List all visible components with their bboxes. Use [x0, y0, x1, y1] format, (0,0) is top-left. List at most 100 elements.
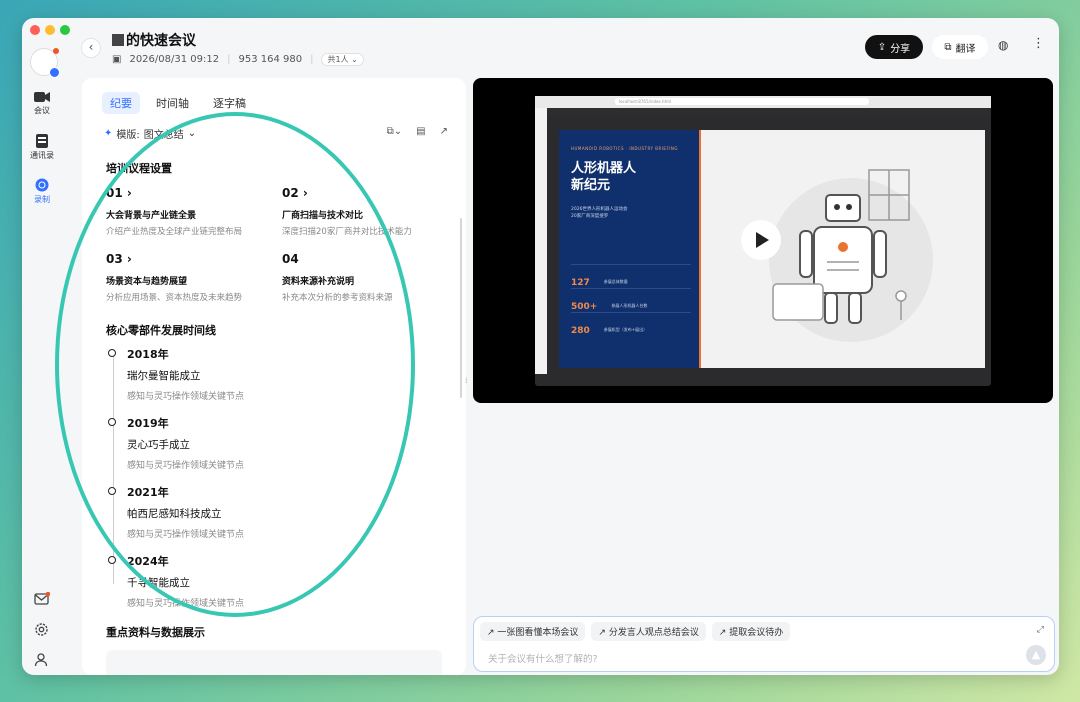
sidebar-item-label: 会议 — [34, 106, 50, 115]
sidebar-item-label: 通讯录 — [30, 151, 54, 160]
divider: | — [227, 54, 231, 65]
meeting-id: 953 164 980 — [238, 54, 303, 65]
agenda-number: 01 › — [106, 186, 132, 200]
agenda-item[interactable]: 04 资料来源补充说明 补充本次分析的参考资料来源 — [282, 252, 452, 303]
agenda-desc: 补充本次分析的参考资料来源 — [282, 293, 393, 303]
play-button[interactable] — [741, 220, 781, 260]
suggestion-chip[interactable]: ↗ 分发言人观点总结会议 — [591, 622, 706, 641]
send-button[interactable]: ▲ — [1026, 645, 1046, 665]
suggestion-chip[interactable]: ↗ 一张图看懂本场会议 — [480, 622, 586, 641]
meeting-meta: ▣ 2026/08/31 09:12 | 953 164 980 | 共1人 ⌄ — [112, 53, 364, 66]
browser-sidebar — [535, 108, 547, 374]
tab-timeline[interactable]: 时间轴 — [148, 92, 197, 114]
timeline-dot — [108, 487, 116, 495]
stat-value: 280 — [571, 326, 590, 336]
timeline-dot — [108, 556, 116, 564]
agenda-desc: 介绍产业热度及全球产业链完整布局 — [106, 227, 243, 237]
meeting-datetime: 2026/08/31 09:12 — [129, 54, 220, 65]
share-icon: ⇪ — [877, 41, 887, 53]
video-player[interactable]: localhost:8765/index.html HUMANOID ROBOT… — [473, 78, 1053, 403]
tab-transcript[interactable]: 逐字稿 — [205, 92, 254, 114]
sidebar-item-contacts[interactable]: 通讯录 — [22, 134, 62, 161]
slide-title-line: 人形机器人 — [571, 161, 637, 176]
agenda-title: 大会背景与产业链全景 — [106, 211, 197, 221]
open-external-icon[interactable]: ↗ — [440, 126, 448, 137]
slide-subtitle-line: 20家厂商深度搜罗 — [571, 214, 609, 219]
template-selector[interactable]: ✦ 模版: 图文总结 ⌄ — [104, 126, 196, 141]
stat-value: 127 — [571, 278, 590, 288]
agenda-desc: 分析应用场景、资本热度及未来趋势 — [106, 293, 243, 303]
agenda-number: 04 — [282, 252, 299, 266]
summary-toolbar: ⧉⌄ ▤ ↗ — [387, 126, 448, 137]
timeline-desc: 感知与灵巧操作领域关键节点 — [127, 392, 245, 402]
timeline-year: 2021年 — [127, 486, 169, 499]
more-options-icon[interactable]: ⋮ — [1032, 36, 1045, 51]
chip-label: 一张图看懂本场会议 — [497, 628, 579, 638]
participants-count: 共1人 — [327, 55, 349, 64]
tab-minutes[interactable]: 纪要 — [102, 92, 140, 114]
agenda-item[interactable]: 02 › 厂商扫描与技术对比 深度扫描20家厂商并对比技术能力 — [282, 186, 452, 237]
notification-dot — [53, 48, 59, 54]
ask-input[interactable]: 关于会议有什么想了解的? — [488, 651, 598, 665]
app-window: 会议 通讯录 录制 ‹ 的快速会议 ▣ 2026/08/31 09:12 | 9… — [22, 18, 1059, 675]
video-camera-icon — [34, 92, 50, 102]
timeline-desc: 感知与灵巧操作领域关键节点 — [127, 599, 245, 609]
divider: | — [310, 54, 314, 65]
participants-dropdown[interactable]: 共1人 ⌄ — [321, 53, 364, 66]
add-note-icon[interactable]: ▤ — [416, 126, 425, 137]
browser-toolbar: localhost:8765/index.html — [535, 96, 991, 108]
expand-icon[interactable]: ⤢ — [1037, 625, 1044, 635]
agenda-item[interactable]: 03 › 场景资本与趋势展望 分析应用场景、资本热度及未来趋势 — [106, 252, 276, 303]
agenda-number: 03 › — [106, 252, 132, 266]
translate-label: 翻译 — [955, 43, 976, 55]
chip-label: 提取会议待办 — [729, 628, 784, 638]
timeline-year: 2024年 — [127, 555, 169, 568]
slide-subtitle-line: 2026世界人形机器人运动会 — [571, 207, 628, 212]
suggestion-chip[interactable]: ↗ 提取会议待办 — [711, 622, 791, 641]
person-icon[interactable] — [34, 652, 49, 667]
share-label: 分享 — [890, 43, 911, 55]
globe-icon[interactable]: ◍ — [998, 38, 1008, 52]
sparkle-icon: ✦ — [104, 128, 113, 139]
slide-stat: 500+ 参展人形机器人台数 — [571, 288, 691, 313]
sidebar-item-label: 录制 — [34, 195, 50, 204]
timeline-item: 2018年 瑞尔曼智能成立 感知与灵巧操作领域关键节点 — [108, 346, 408, 402]
avatar[interactable] — [30, 48, 60, 78]
timeline-name: 灵心巧手成立 — [127, 439, 190, 451]
panel-scrollbar[interactable] — [460, 218, 462, 398]
agenda-number: 02 › — [282, 186, 308, 200]
back-button[interactable]: ‹ — [81, 38, 101, 58]
agenda-title: 厂商扫描与技术对比 — [282, 211, 364, 221]
record-icon — [35, 178, 49, 192]
slide-stat: 280 参展机型（发布+展出） — [571, 312, 691, 337]
stat-label: 参展总体数量 — [603, 279, 628, 284]
agenda-desc: 深度扫描20家厂商并对比技术能力 — [282, 227, 412, 237]
stat-label: 参展机型（发布+展出） — [603, 327, 648, 332]
template-label: 模版: — [116, 130, 140, 141]
summary-tabs: 纪要 时间轴 逐字稿 — [102, 92, 254, 114]
sidebar-item-meeting[interactable]: 会议 — [22, 91, 62, 116]
chip-label: 分发言人观点总结会议 — [608, 628, 699, 638]
stat-value: 500+ — [571, 302, 598, 312]
slide-stat: 127 参展总体数量 — [571, 264, 691, 289]
translate-button[interactable]: ⧉ 翻译 — [932, 35, 988, 59]
mail-icon[interactable] — [34, 592, 50, 606]
gear-icon[interactable] — [34, 622, 49, 637]
agenda-item[interactable]: 01 › 大会背景与产业链全景 介绍产业热度及全球产业链完整布局 — [106, 186, 276, 237]
agenda-title: 场景资本与趋势展望 — [106, 277, 188, 287]
slide-title-line: 新纪元 — [571, 178, 611, 193]
timeline-item: 2019年 灵心巧手成立 感知与灵巧操作领域关键节点 — [108, 415, 408, 471]
slide-subtitle: 2026世界人形机器人运动会 20家厂商深度搜罗 — [571, 206, 627, 220]
title-prefix-redacted — [112, 34, 124, 46]
timeline-name: 帕西尼感知科技成立 — [127, 508, 222, 520]
panel-resize-handle[interactable]: ⁞ — [465, 376, 468, 385]
status-badge — [49, 67, 60, 78]
slide-topbar — [547, 108, 991, 116]
contacts-icon — [36, 134, 48, 148]
timeline-dot — [108, 349, 116, 357]
copy-icon[interactable]: ⧉⌄ — [387, 126, 403, 137]
share-button[interactable]: ⇪ 分享 — [865, 35, 923, 59]
timeline-year: 2018年 — [127, 348, 169, 361]
browser-url: localhost:8765/index.html — [615, 98, 869, 105]
sidebar-item-record[interactable]: 录制 — [22, 178, 62, 205]
